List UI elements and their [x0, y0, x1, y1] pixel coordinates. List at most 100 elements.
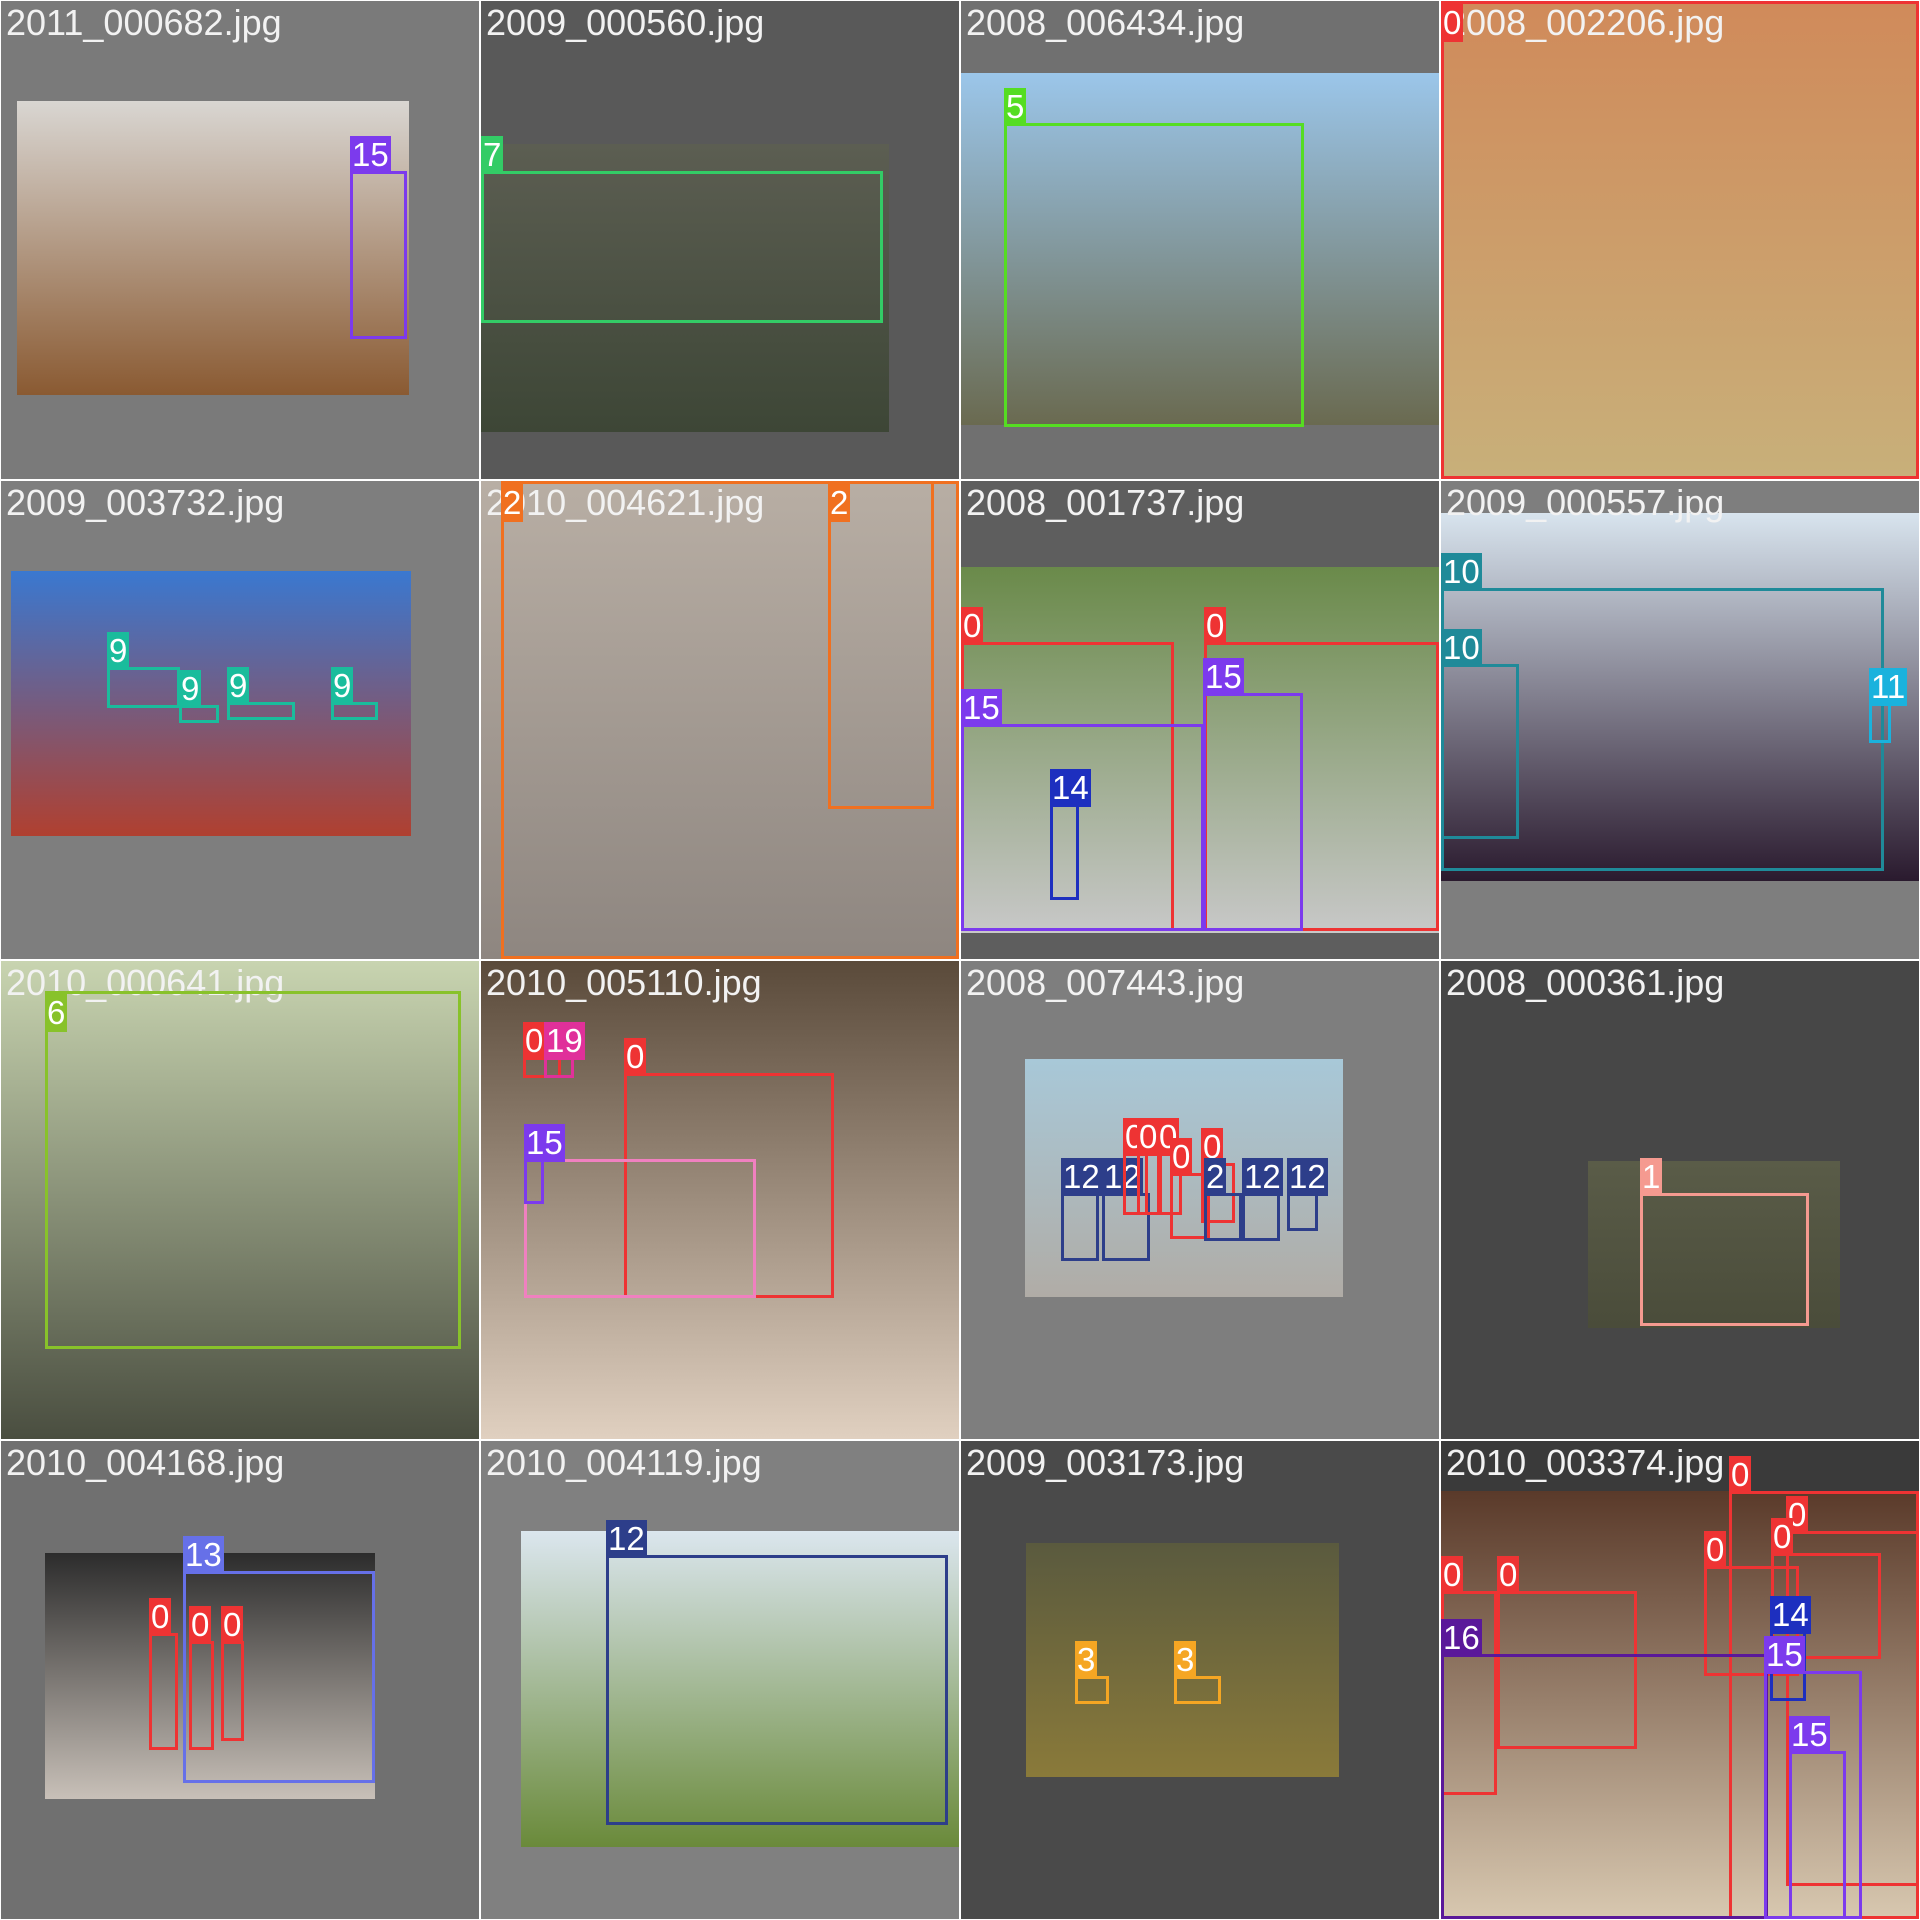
mosaic-tile: 2008_000361.jpg 1 [1441, 961, 1919, 1439]
box-class-label: 0 [189, 1606, 212, 1644]
bounding-box: 5 [1004, 88, 1304, 427]
mosaic-tile: 2011_000682.jpg 15 [1, 1, 479, 479]
mosaic-tile: 2008_002206.jpg 0 [1441, 1, 1919, 479]
bounding-box: 0 [221, 1606, 244, 1741]
box-class-label: 0 [1771, 1518, 1794, 1556]
bounding-box: 9 [179, 670, 219, 723]
box-class-label: 15 [350, 136, 391, 174]
box-class-label: 0 [1204, 607, 1227, 645]
box-class-label: 10 [1441, 629, 1482, 667]
mosaic-tile: 2008_001737.jpg 0 0 15 15 14 [961, 481, 1439, 959]
bounding-box: 6 [45, 991, 461, 1349]
mosaic-tile: 2010_003374.jpg 0 0 0 0 0 0 16 14 15 15 [1441, 1441, 1919, 1919]
box-class-label: 0 [1729, 1456, 1752, 1494]
bounding-box: 15 [961, 689, 1204, 931]
box-class-label: 15 [1789, 1716, 1830, 1754]
box-class-label: 0 [1704, 1531, 1727, 1569]
box-class-label: 2 [501, 484, 524, 522]
mosaic-tile: 2010_005110.jpg01901815 [481, 961, 959, 1439]
bounding-box: 15 [524, 1124, 565, 1204]
bounding-box: 3 [1174, 1641, 1221, 1704]
tile-filename: 2010_004119.jpg [486, 1442, 762, 1483]
bounding-box: 11 [1869, 668, 1908, 743]
bounding-box: 2 [1204, 1158, 1242, 1241]
bounding-box: 9 [227, 667, 295, 720]
bounding-box: 3 [1075, 1641, 1109, 1704]
box-class-label: 13 [183, 1536, 224, 1574]
bounding-box: 18 [524, 1124, 756, 1298]
box-class-label: 3 [1075, 1641, 1098, 1679]
box-class-label: 14 [1770, 1596, 1811, 1634]
tile-filename: 2009_003173.jpg [966, 1442, 1245, 1483]
tile-filename: 2011_000682.jpg [6, 2, 282, 43]
tile-filename: 2009_003732.jpg [6, 482, 285, 523]
box-class-label: 6 [45, 994, 68, 1032]
box-class-label: 0 [149, 1598, 172, 1636]
bounding-box: 15 [1203, 658, 1303, 931]
bounding-box: 0 [189, 1606, 214, 1750]
box-class-label: 2 [1204, 1158, 1227, 1196]
box-class-label: 0 [1441, 4, 1464, 42]
box-class-label: 0 [1441, 1556, 1464, 1594]
mosaic-tile: 2009_003173.jpg 3 3 [961, 1441, 1439, 1919]
bounding-box: 1 [1640, 1158, 1809, 1326]
box-class-label: 10 [1441, 553, 1482, 591]
tile-filename: 2009_000560.jpg [486, 2, 765, 43]
box-class-label: 11 [1869, 668, 1908, 706]
bounding-box: 15 [1789, 1716, 1846, 1919]
box-class-label: 1 [1640, 1158, 1663, 1196]
box-class-label: 16 [1441, 1619, 1482, 1657]
box-class-label: 2 [828, 484, 851, 522]
box-class-label: 3 [1174, 1641, 1197, 1679]
box-class-label: 15 [1203, 658, 1244, 696]
box-class-label: 9 [107, 632, 130, 670]
bounding-box: 15 [350, 136, 407, 339]
mosaic-tile: 2008_006434.jpg 5 [961, 1, 1439, 479]
mosaic-tile: 2008_007443.jpg 12 12 0 0 0 0 0 2 12 12 [961, 961, 1439, 1439]
box-class-label: 15 [1764, 1636, 1805, 1674]
box-class-label: 7 [481, 136, 504, 174]
bounding-box: 7 [481, 136, 883, 323]
bounding-box: 9 [107, 632, 180, 708]
bounding-box: 0 [1441, 1, 1919, 479]
mosaic-grid: 2011_000682.jpg 15 2009_000560.jpg 7 2008_00… [0, 0, 1920, 1920]
mosaic-tile: 2009_000557.jpg 10 10 11 [1441, 481, 1919, 959]
tile-filename: 2010_005110.jpg [486, 962, 762, 1003]
mosaic-tile: 2010_000641.jpg 6 [1, 961, 479, 1439]
bounding-box: 0 [149, 1598, 178, 1750]
box-class-label: 9 [179, 670, 202, 708]
box-class-label: 9 [227, 667, 250, 705]
box-class-label: 19 [544, 1022, 585, 1060]
box-class-label: 0 [961, 607, 984, 645]
tile-filename: 2008_001737.jpg [966, 482, 1245, 523]
box-class-label: 5 [1004, 88, 1027, 126]
bounding-box: 10 [1441, 629, 1519, 839]
box-class-label: 15 [524, 1124, 565, 1162]
box-class-label: 0 [1170, 1138, 1193, 1176]
box-class-label: 15 [961, 689, 1002, 727]
tile-filename: 2008_006434.jpg [966, 2, 1245, 43]
box-class-label: 12 [1061, 1158, 1102, 1196]
box-class-label: 0 [523, 1022, 546, 1060]
box-class-label: 9 [331, 667, 354, 705]
bounding-box: 2 [828, 481, 934, 809]
bounding-box: 19 [544, 1022, 585, 1078]
box-class-label: 12 [1242, 1158, 1283, 1196]
tile-filename: 2008_000361.jpg [1446, 962, 1725, 1003]
tile-filename: 2009_000557.jpg [1446, 482, 1725, 523]
tile-filename: 2010_004168.jpg [6, 1442, 285, 1483]
bounding-box: 12 [1061, 1158, 1102, 1261]
mosaic-tile: 2009_003732.jpg 9 9 9 9 [1, 481, 479, 959]
bounding-box: 12 [606, 1520, 948, 1825]
box-class-label: 0 [1497, 1556, 1520, 1594]
mosaic-tile: 2009_000560.jpg 7 [481, 1, 959, 479]
bounding-box: 12 [1242, 1158, 1283, 1241]
box-class-label: 12 [606, 1520, 647, 1558]
box-class-label: 0 [221, 1606, 244, 1644]
mosaic-tile: 2010_004621.jpg 2 2 [481, 481, 959, 959]
mosaic-tile: 2010_004168.jpg 13 0 0 0 [1, 1441, 479, 1919]
bounding-box: 9 [331, 667, 378, 720]
tile-filename: 2010_003374.jpg [1446, 1442, 1725, 1483]
bounding-box: 16 [1441, 1619, 1768, 1919]
tile-filename: 2008_007443.jpg [966, 962, 1245, 1003]
